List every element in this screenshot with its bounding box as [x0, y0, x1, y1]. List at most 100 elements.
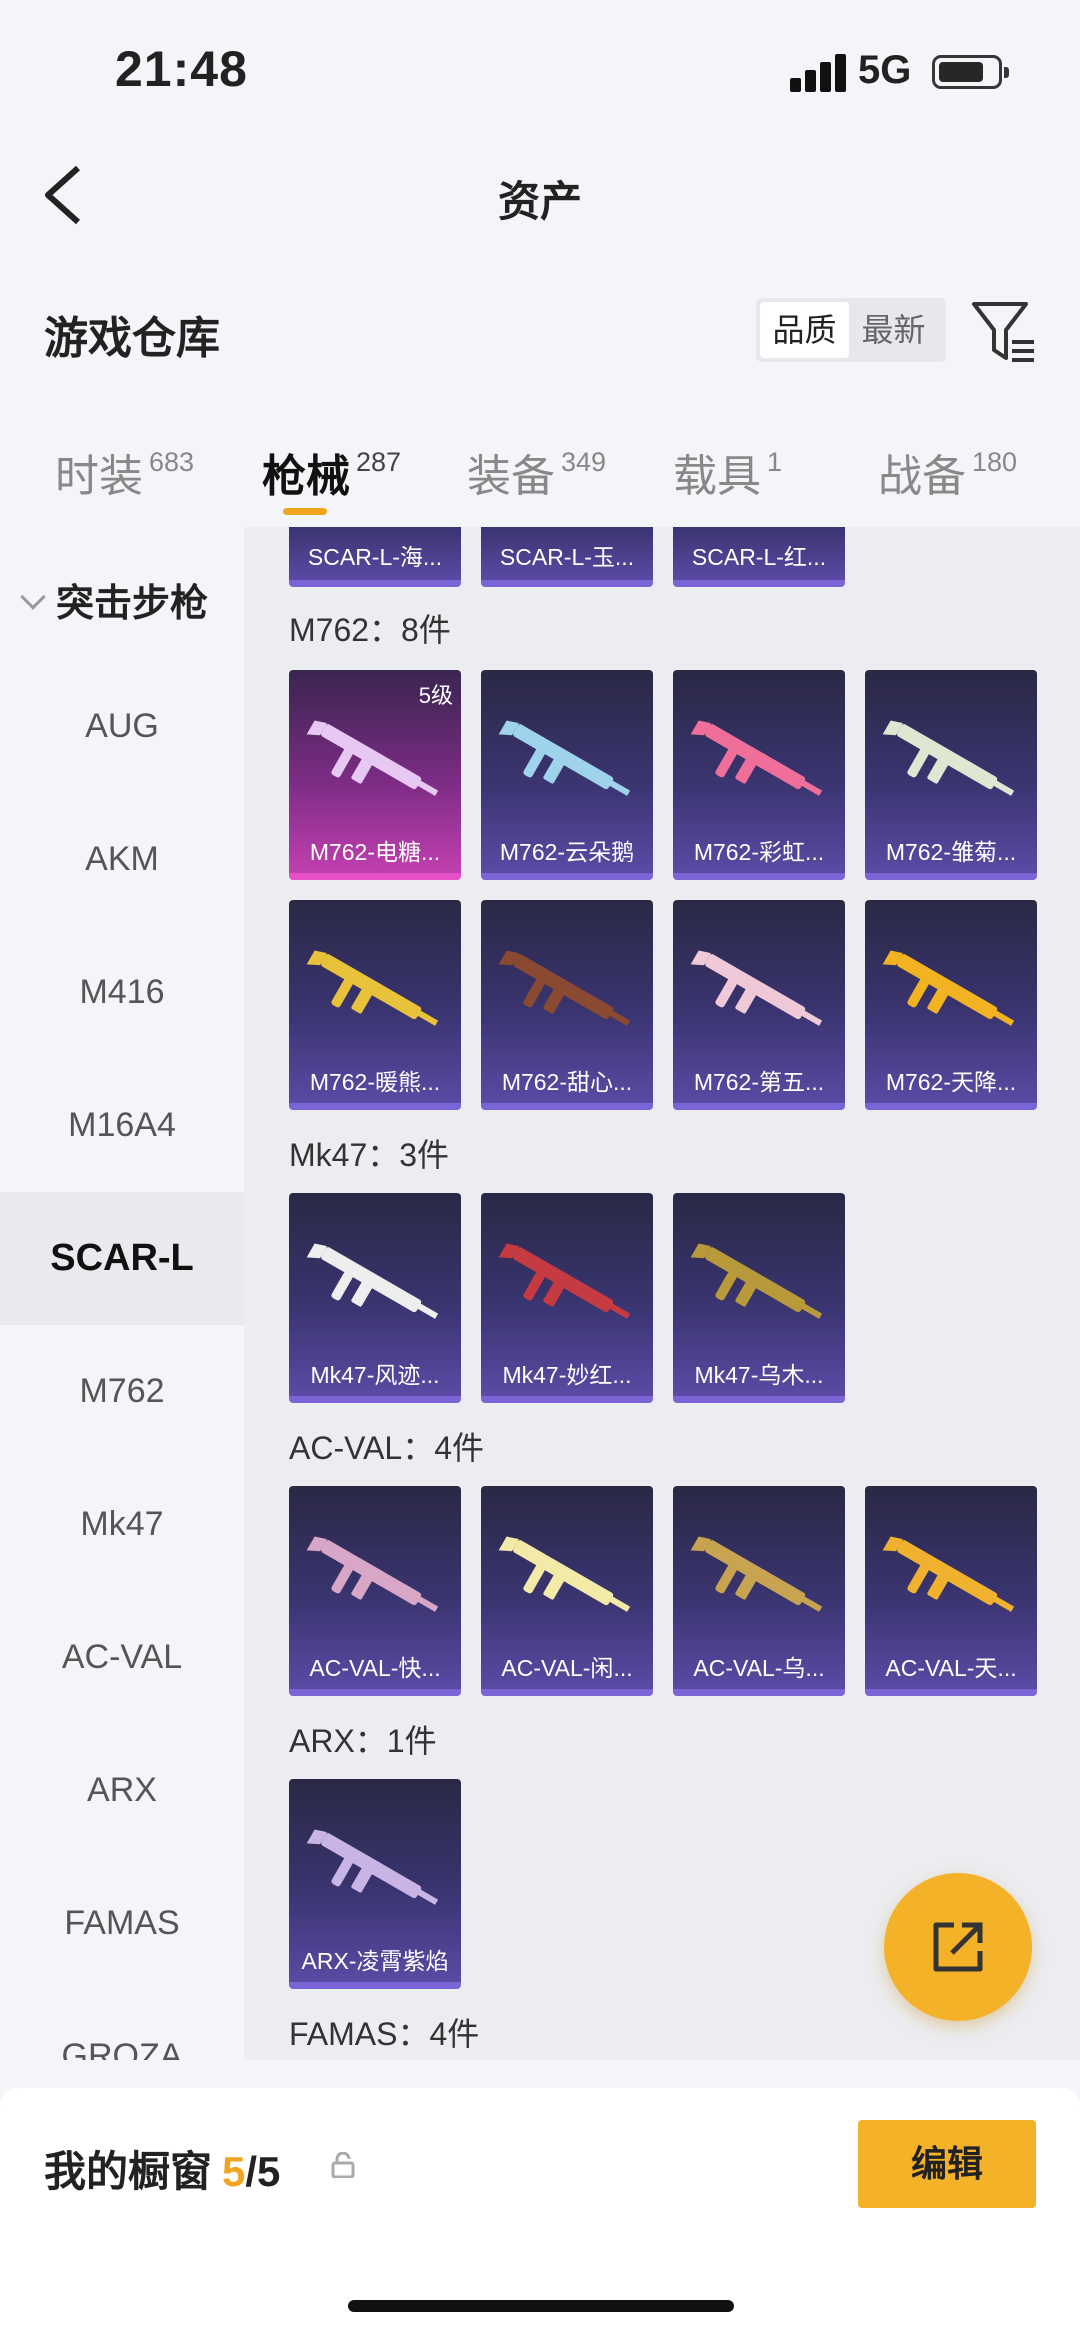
rifle-icon — [690, 720, 823, 796]
tab-label: 载具 — [673, 452, 761, 501]
sidebar-item-ac-val[interactable]: AC-VAL — [0, 1591, 244, 1724]
filter-icon[interactable] — [970, 298, 1038, 366]
weapon-grid: SCAR-L-海... SCAR-L-玉... SCAR-L-红... M762… — [244, 527, 1080, 2060]
section-header: 游戏仓库 品质 最新 — [0, 280, 1080, 380]
tab-count: 349 — [561, 447, 607, 477]
skin-name: Mk47-乌木... — [694, 1362, 824, 1388]
skin-card[interactable]: SCAR-L-红... — [673, 527, 845, 587]
sort-toggle: 品质 最新 — [756, 298, 946, 362]
tab-count: 180 — [972, 447, 1018, 477]
status-time: 21:48 — [115, 41, 248, 97]
skin-card[interactable]: Mk47-风迹... — [289, 1193, 461, 1403]
skin-card[interactable]: AC-VAL-乌... — [673, 1486, 845, 1696]
skin-card[interactable]: AC-VAL-闲... — [481, 1486, 653, 1696]
skin-name: M762-第五... — [693, 1069, 825, 1095]
sidebar-item-m762[interactable]: M762 — [0, 1325, 244, 1458]
rifle-icon — [690, 1243, 823, 1319]
skin-name: AC-VAL-快... — [309, 1655, 441, 1681]
skin-name: M762-甜心... — [501, 1069, 633, 1095]
skin-card[interactable]: ARX-凌霄紫焰 — [289, 1779, 461, 1989]
tab-supplies[interactable]: 战备 180 — [878, 440, 1017, 504]
sidebar-item-m16a4[interactable]: M16A4 — [0, 1059, 244, 1192]
rifle-icon — [306, 720, 439, 796]
tab-label: 时装 — [55, 452, 143, 501]
sort-latest-button[interactable]: 最新 — [849, 302, 938, 358]
sort-quality-button[interactable]: 品质 — [760, 302, 849, 358]
sidebar-item-m416[interactable]: M416 — [0, 926, 244, 1059]
rifle-icon — [498, 720, 631, 796]
weapon-sidebar: 突击步枪 AUG AKM M416 M16A4 SCAR-L M762 Mk47… — [0, 527, 244, 2060]
rifle-icon — [882, 950, 1015, 1026]
sidebar-item-aug[interactable]: AUG — [0, 660, 244, 793]
skin-card[interactable]: M762-第五... — [673, 900, 845, 1110]
network-label: 5G — [858, 48, 912, 92]
skin-card[interactable]: Mk47-乌木... — [673, 1193, 845, 1403]
sidebar-item-mk47[interactable]: Mk47 — [0, 1458, 244, 1591]
section-title: 游戏仓库 — [44, 314, 220, 363]
skin-card[interactable]: M762-暖熊... — [289, 900, 461, 1110]
rifle-icon — [690, 950, 823, 1026]
tab-equipment[interactable]: 装备 349 — [467, 440, 606, 504]
category-header[interactable]: 突击步枪 — [18, 572, 208, 627]
active-tab-indicator — [283, 508, 327, 515]
skin-card[interactable]: AC-VAL-天... — [865, 1486, 1037, 1696]
rifle-icon — [306, 1829, 439, 1905]
skin-card[interactable]: M762-云朵鹅 — [481, 670, 653, 880]
tab-label: 装备 — [467, 452, 555, 501]
nav-bar: 资产 — [0, 140, 1080, 250]
group-title: FAMAS：4件 — [289, 2016, 480, 2052]
tab-label: 战备 — [878, 452, 966, 501]
showcase-label: 我的橱窗 — [44, 2148, 213, 2195]
skin-card[interactable]: SCAR-L-玉... — [481, 527, 653, 587]
skin-name: M762-暖熊... — [309, 1069, 441, 1095]
skin-name: AC-VAL-闲... — [501, 1655, 633, 1681]
skin-card[interactable]: Mk47-妙红... — [481, 1193, 653, 1403]
tab-count: 683 — [149, 447, 195, 477]
skin-card[interactable]: SCAR-L-海... — [289, 527, 461, 587]
sidebar-item-akm[interactable]: AKM — [0, 793, 244, 926]
skin-name: AC-VAL-天... — [885, 1655, 1017, 1681]
skin-card[interactable]: M762-彩虹... — [673, 670, 845, 880]
skin-name: M762-电糖... — [309, 839, 441, 865]
home-indicator — [348, 2300, 734, 2312]
skin-name: SCAR-L-玉... — [499, 544, 635, 570]
skin-name: Mk47-妙红... — [502, 1362, 632, 1388]
sidebar-item-famas[interactable]: FAMAS — [0, 1857, 244, 1990]
sidebar-item-groza[interactable]: GROZA — [0, 1990, 244, 2060]
tab-count: 287 — [356, 447, 402, 477]
page-title: 资产 — [497, 178, 582, 225]
rifle-icon — [882, 1536, 1015, 1612]
rifle-icon — [306, 1536, 439, 1612]
skin-card[interactable]: 5级 M762-电糖... — [289, 670, 461, 880]
rifle-icon — [306, 1243, 439, 1319]
skin-name: M762-雏菊... — [885, 839, 1017, 865]
skin-name: SCAR-L-红... — [691, 544, 827, 570]
status-bar: 21:48 5G — [0, 0, 1080, 140]
sidebar-item-arx[interactable]: ARX — [0, 1724, 244, 1857]
tab-fashion[interactable]: 时装 683 — [55, 440, 194, 504]
sidebar-item-scar-l[interactable]: SCAR-L — [0, 1192, 244, 1325]
share-button[interactable] — [884, 1873, 1032, 2021]
group-title: ARX：1件 — [289, 1723, 437, 1759]
chevron-down-icon — [20, 584, 46, 610]
skin-name: Mk47-风迹... — [310, 1362, 440, 1388]
skin-card[interactable]: AC-VAL-快... — [289, 1486, 461, 1696]
category-tabs: 时装 683 枪械 287 装备 349 载具 1 战备 180 — [0, 420, 1080, 530]
rifle-icon — [306, 950, 439, 1026]
tab-guns[interactable]: 枪械 287 — [262, 440, 401, 504]
rifle-icon — [498, 1536, 631, 1612]
showcase-count: 5 — [222, 2148, 246, 2195]
rifle-icon — [498, 1243, 631, 1319]
skin-card[interactable]: M762-甜心... — [481, 900, 653, 1110]
group-title: Mk47：3件 — [289, 1137, 450, 1173]
skin-name: SCAR-L-海... — [307, 544, 443, 570]
tab-label: 枪械 — [262, 452, 350, 501]
signal-icon — [790, 52, 846, 92]
tab-vehicles[interactable]: 载具 1 — [673, 440, 782, 504]
skin-card[interactable]: M762-天降... — [865, 900, 1037, 1110]
showcase-title: 我的橱窗 5/5 — [44, 2138, 280, 2199]
battery-icon — [932, 55, 1009, 89]
skin-card[interactable]: M762-雏菊... — [865, 670, 1037, 880]
skin-name: M762-云朵鹅 — [499, 839, 635, 865]
edit-button[interactable]: 编辑 — [858, 2120, 1036, 2208]
